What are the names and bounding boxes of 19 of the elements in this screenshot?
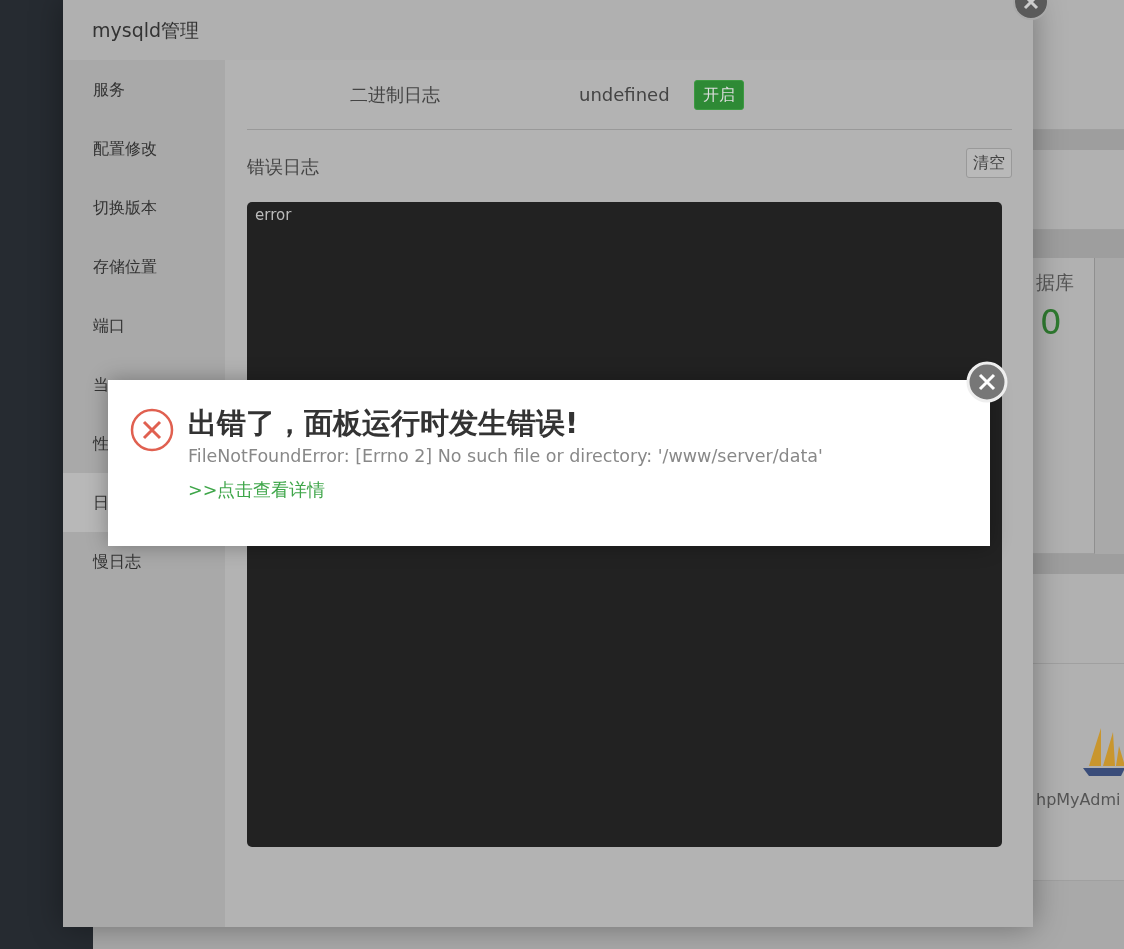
sidebar-item[interactable]: 配置修改 bbox=[63, 119, 225, 178]
sidebar-item[interactable]: 端口 bbox=[63, 296, 225, 355]
binlog-label: 二进制日志 bbox=[350, 83, 441, 107]
error-message: FileNotFoundError: [Errno 2] No such file or directory: '/www/server/data' bbox=[188, 444, 823, 468]
stat-value: 0 bbox=[1039, 300, 1063, 344]
sidebar-item[interactable]: 切换版本 bbox=[63, 178, 225, 237]
error-log-label: 错误日志 bbox=[247, 154, 319, 179]
stat-label: 据库 bbox=[1035, 270, 1075, 295]
error-title: 出错了，面板运行时发生错误! bbox=[188, 406, 580, 441]
enable-button[interactable]: 开启 bbox=[694, 79, 744, 110]
log-text: error bbox=[255, 206, 292, 224]
sidebar-item[interactable]: 服务 bbox=[63, 60, 225, 119]
error-icon bbox=[130, 408, 174, 452]
app-label[interactable]: hpMyAdmi bbox=[1033, 788, 1124, 812]
window-title: mysqld管理 bbox=[92, 17, 200, 43]
sidebar-item[interactable]: 存储位置 bbox=[63, 237, 225, 296]
details-link[interactable]: >>点击查看详情 bbox=[188, 477, 326, 504]
clear-button[interactable]: 清空 bbox=[966, 148, 1012, 178]
binlog-value: undefined bbox=[579, 83, 671, 107]
